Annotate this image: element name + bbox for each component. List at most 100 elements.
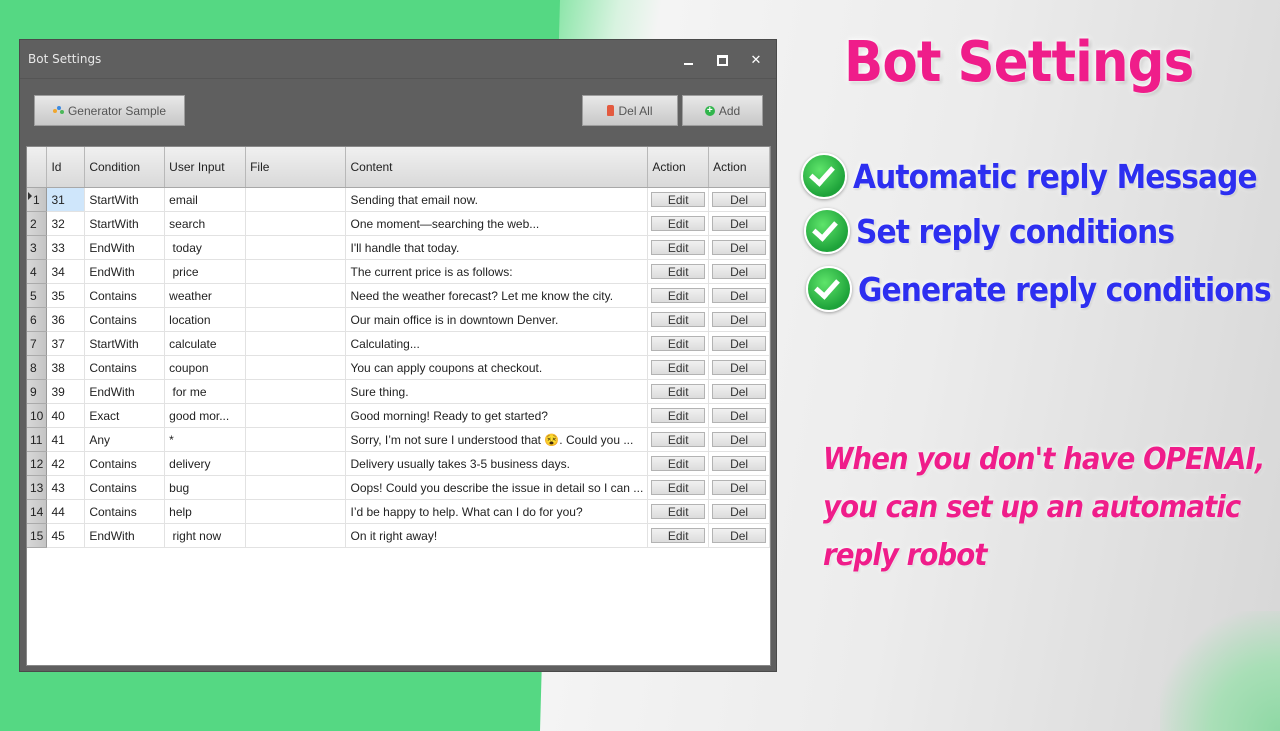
table-row[interactable]: 7 37 StartWith calculate Calculating... Edit D… xyxy=(27,331,770,356)
cell-id[interactable]: 33 xyxy=(46,235,86,260)
table-row[interactable]: 1 31 StartWith email Sending that email now.… xyxy=(27,187,770,212)
del-button[interactable]: Del xyxy=(712,384,766,399)
cell-file[interactable] xyxy=(245,475,347,500)
cell-content[interactable]: Our main office is in downtown Denver. xyxy=(345,307,649,332)
del-button[interactable]: Del xyxy=(712,336,766,351)
column-header-action-edit[interactable]: Action xyxy=(647,147,710,188)
cell-id[interactable]: 43 xyxy=(46,475,86,500)
generator-sample-button[interactable]: Generator Sample xyxy=(34,95,185,126)
edit-button[interactable]: Edit xyxy=(651,336,706,351)
row-header[interactable]: 9 xyxy=(27,379,48,404)
del-button[interactable]: Del xyxy=(712,528,766,543)
cell-condition[interactable]: Exact xyxy=(84,403,166,428)
table-row[interactable]: 6 36 Contains location Our main office is in… xyxy=(27,307,770,332)
cell-file[interactable] xyxy=(245,451,347,476)
cell-id[interactable]: 40 xyxy=(46,403,86,428)
del-button[interactable]: Del xyxy=(712,312,766,327)
cell-user-input[interactable]: delivery xyxy=(164,451,247,476)
table-row[interactable]: 10 40 Exact good mor... Good morning! Ready … xyxy=(27,403,770,428)
del-button[interactable]: Del xyxy=(712,432,766,447)
cell-user-input[interactable]: location xyxy=(164,307,247,332)
cell-id[interactable]: 32 xyxy=(46,211,86,236)
cell-id[interactable]: 39 xyxy=(46,379,86,404)
cell-condition[interactable]: EndWith xyxy=(84,259,166,284)
cell-user-input[interactable]: bug xyxy=(164,475,247,500)
cell-condition[interactable]: Contains xyxy=(84,307,166,332)
del-button[interactable]: Del xyxy=(712,240,766,255)
row-header[interactable]: 7 xyxy=(27,331,48,356)
cell-content[interactable]: Sending that email now. xyxy=(345,187,649,212)
cell-content[interactable]: I’d be happy to help. What can I do for … xyxy=(345,499,649,524)
edit-button[interactable]: Edit xyxy=(651,480,706,495)
cell-content[interactable]: Oops! Could you describe the issue in de… xyxy=(345,475,649,500)
edit-button[interactable]: Edit xyxy=(651,384,706,399)
cell-file[interactable] xyxy=(245,307,347,332)
del-button[interactable]: Del xyxy=(712,216,766,231)
cell-user-input[interactable]: calculate xyxy=(164,331,247,356)
row-header[interactable]: 4 xyxy=(27,259,48,284)
close-button[interactable]: ✕ xyxy=(746,50,766,70)
row-header[interactable]: 8 xyxy=(27,355,48,380)
del-button[interactable]: Del xyxy=(712,360,766,375)
cell-file[interactable] xyxy=(245,259,347,284)
cell-user-input[interactable]: weather xyxy=(164,283,247,308)
cell-user-input[interactable]: for me xyxy=(164,379,247,404)
cell-id[interactable]: 38 xyxy=(46,355,86,380)
cell-condition[interactable]: Contains xyxy=(84,499,166,524)
cell-user-input[interactable]: good mor... xyxy=(164,403,247,428)
cell-content[interactable]: Good morning! Ready to get started? xyxy=(345,403,649,428)
cell-content[interactable]: You can apply coupons at checkout. xyxy=(345,355,649,380)
edit-button[interactable]: Edit xyxy=(651,216,706,231)
cell-condition[interactable]: StartWith xyxy=(84,331,166,356)
add-button[interactable]: + Add xyxy=(682,95,763,126)
cell-file[interactable] xyxy=(245,283,347,308)
edit-button[interactable]: Edit xyxy=(651,264,706,279)
column-header-action-del[interactable]: Action xyxy=(708,147,770,188)
column-header-condition[interactable]: Condition xyxy=(84,147,166,188)
cell-user-input[interactable]: price xyxy=(164,259,247,284)
edit-button[interactable]: Edit xyxy=(651,240,706,255)
cell-user-input[interactable]: search xyxy=(164,211,247,236)
row-header[interactable]: 1 xyxy=(27,187,48,212)
row-header[interactable]: 15 xyxy=(27,523,48,548)
cell-file[interactable] xyxy=(245,499,347,524)
cell-content[interactable]: Need the weather forecast? Let me know t… xyxy=(345,283,649,308)
table-row[interactable]: 13 43 Contains bug Oops! Could you describe … xyxy=(27,475,770,500)
cell-file[interactable] xyxy=(245,379,347,404)
cell-condition[interactable]: Contains xyxy=(84,451,166,476)
cell-content[interactable]: One moment—searching the web... xyxy=(345,211,649,236)
column-header-file[interactable]: File xyxy=(245,147,347,188)
edit-button[interactable]: Edit xyxy=(651,456,706,471)
cell-id[interactable]: 42 xyxy=(46,451,86,476)
del-all-button[interactable]: Del All xyxy=(582,95,678,126)
cell-user-input[interactable]: coupon xyxy=(164,355,247,380)
cell-file[interactable] xyxy=(245,331,347,356)
cell-content[interactable]: The current price is as follows: xyxy=(345,259,649,284)
cell-id[interactable]: 45 xyxy=(46,523,86,548)
cell-condition[interactable]: EndWith xyxy=(84,523,166,548)
cell-content[interactable]: Delivery usually takes 3-5 business days… xyxy=(345,451,649,476)
maximize-button[interactable] xyxy=(712,50,732,70)
del-button[interactable]: Del xyxy=(712,456,766,471)
cell-id[interactable]: 41 xyxy=(46,427,86,452)
cell-user-input[interactable]: email xyxy=(164,187,247,212)
del-button[interactable]: Del xyxy=(712,288,766,303)
del-button[interactable]: Del xyxy=(712,480,766,495)
cell-content[interactable]: Sorry, I’m not sure I understood that 😵.… xyxy=(345,427,649,452)
del-button[interactable]: Del xyxy=(712,408,766,423)
cell-id[interactable]: 36 xyxy=(46,307,86,332)
cell-file[interactable] xyxy=(245,427,347,452)
table-row[interactable]: 15 45 EndWith right now On it right away! Ed… xyxy=(27,523,770,548)
window-titlebar[interactable]: Bot Settings ✕ xyxy=(20,40,776,79)
cell-condition[interactable]: StartWith xyxy=(84,187,166,212)
cell-content[interactable]: Sure thing. xyxy=(345,379,649,404)
cell-id[interactable]: 31 xyxy=(46,187,86,212)
cell-content[interactable]: Calculating... xyxy=(345,331,649,356)
row-header[interactable]: 13 xyxy=(27,475,48,500)
table-row[interactable]: 3 33 EndWith today I'll handle that today. E… xyxy=(27,235,770,260)
column-header-id[interactable]: Id xyxy=(46,147,86,188)
table-row[interactable]: 12 42 Contains delivery Delivery usually tak… xyxy=(27,451,770,476)
cell-file[interactable] xyxy=(245,235,347,260)
cell-file[interactable] xyxy=(245,355,347,380)
edit-button[interactable]: Edit xyxy=(651,360,706,375)
